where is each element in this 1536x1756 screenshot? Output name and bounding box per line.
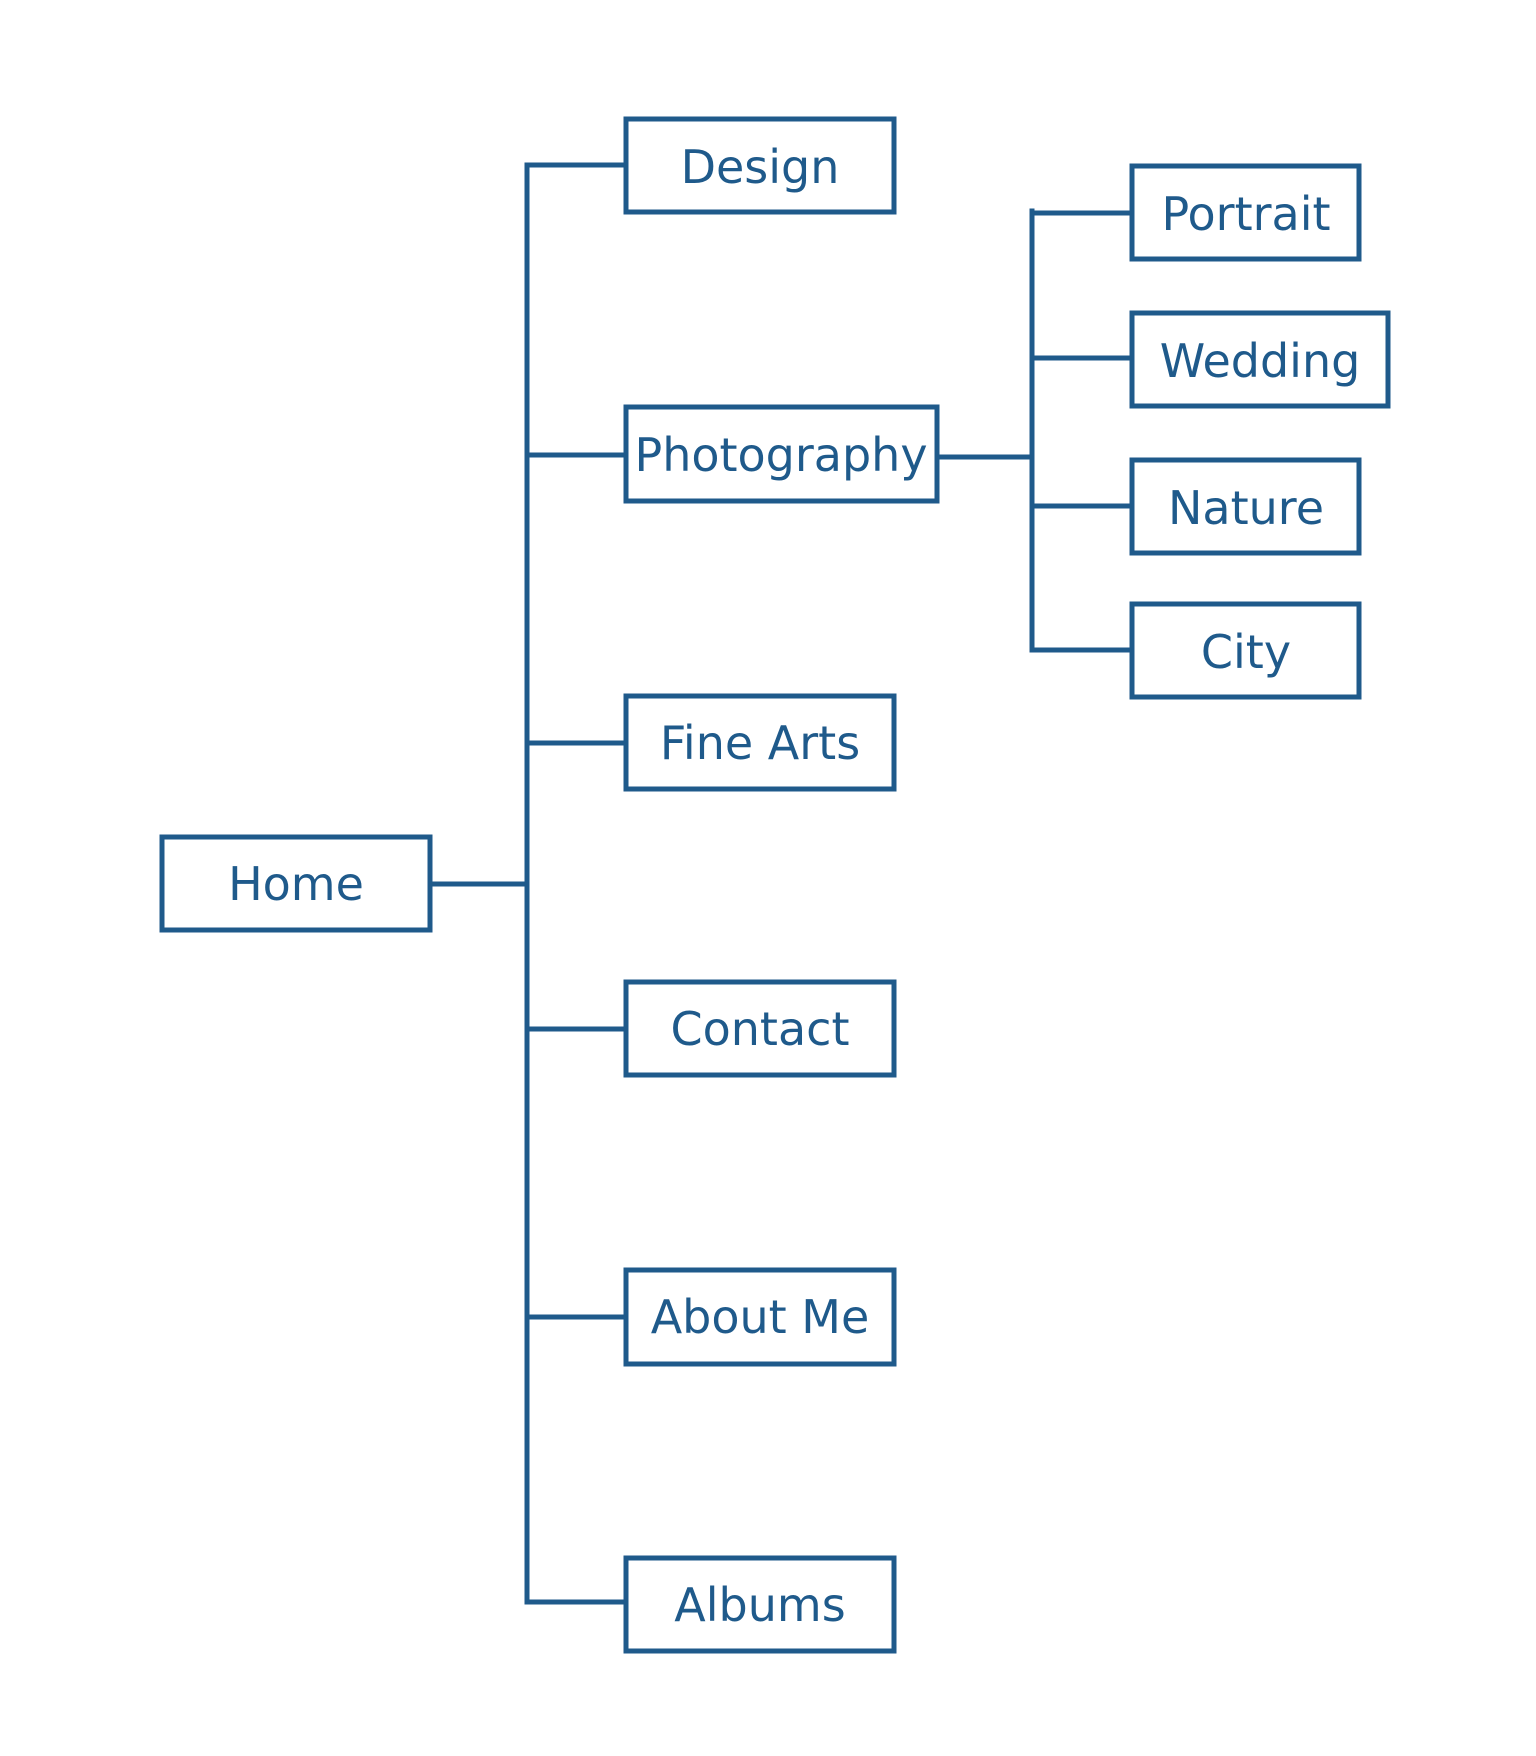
node-wedding-label: Wedding — [1160, 334, 1361, 388]
node-city-label: City — [1201, 625, 1291, 679]
node-design-label: Design — [681, 140, 840, 194]
connectors — [427, 162, 1133, 1605]
node-design: Design — [623, 116, 897, 215]
node-contact-label: Contact — [671, 1002, 850, 1056]
node-portrait: Portrait — [1129, 163, 1362, 262]
node-portrait-label: Portrait — [1161, 187, 1330, 241]
node-city: City — [1129, 601, 1362, 700]
node-albums: Albums — [623, 1555, 897, 1654]
node-wedding: Wedding — [1129, 310, 1391, 409]
node-albums-label: Albums — [674, 1578, 845, 1632]
node-home: Home — [159, 834, 433, 933]
node-photography: Photography — [623, 404, 940, 504]
node-about-me-label: About Me — [651, 1290, 870, 1344]
sitemap-diagram: Home Design Photography Fine Arts Contac… — [159, 116, 1391, 1654]
node-home-label: Home — [228, 857, 364, 911]
node-nature: Nature — [1129, 457, 1362, 556]
node-contact: Contact — [623, 979, 897, 1078]
node-fine-arts: Fine Arts — [623, 693, 897, 792]
node-nature-label: Nature — [1168, 481, 1324, 535]
node-fine-arts-label: Fine Arts — [660, 716, 860, 770]
node-photography-label: Photography — [634, 428, 927, 482]
node-about-me: About Me — [623, 1267, 897, 1367]
